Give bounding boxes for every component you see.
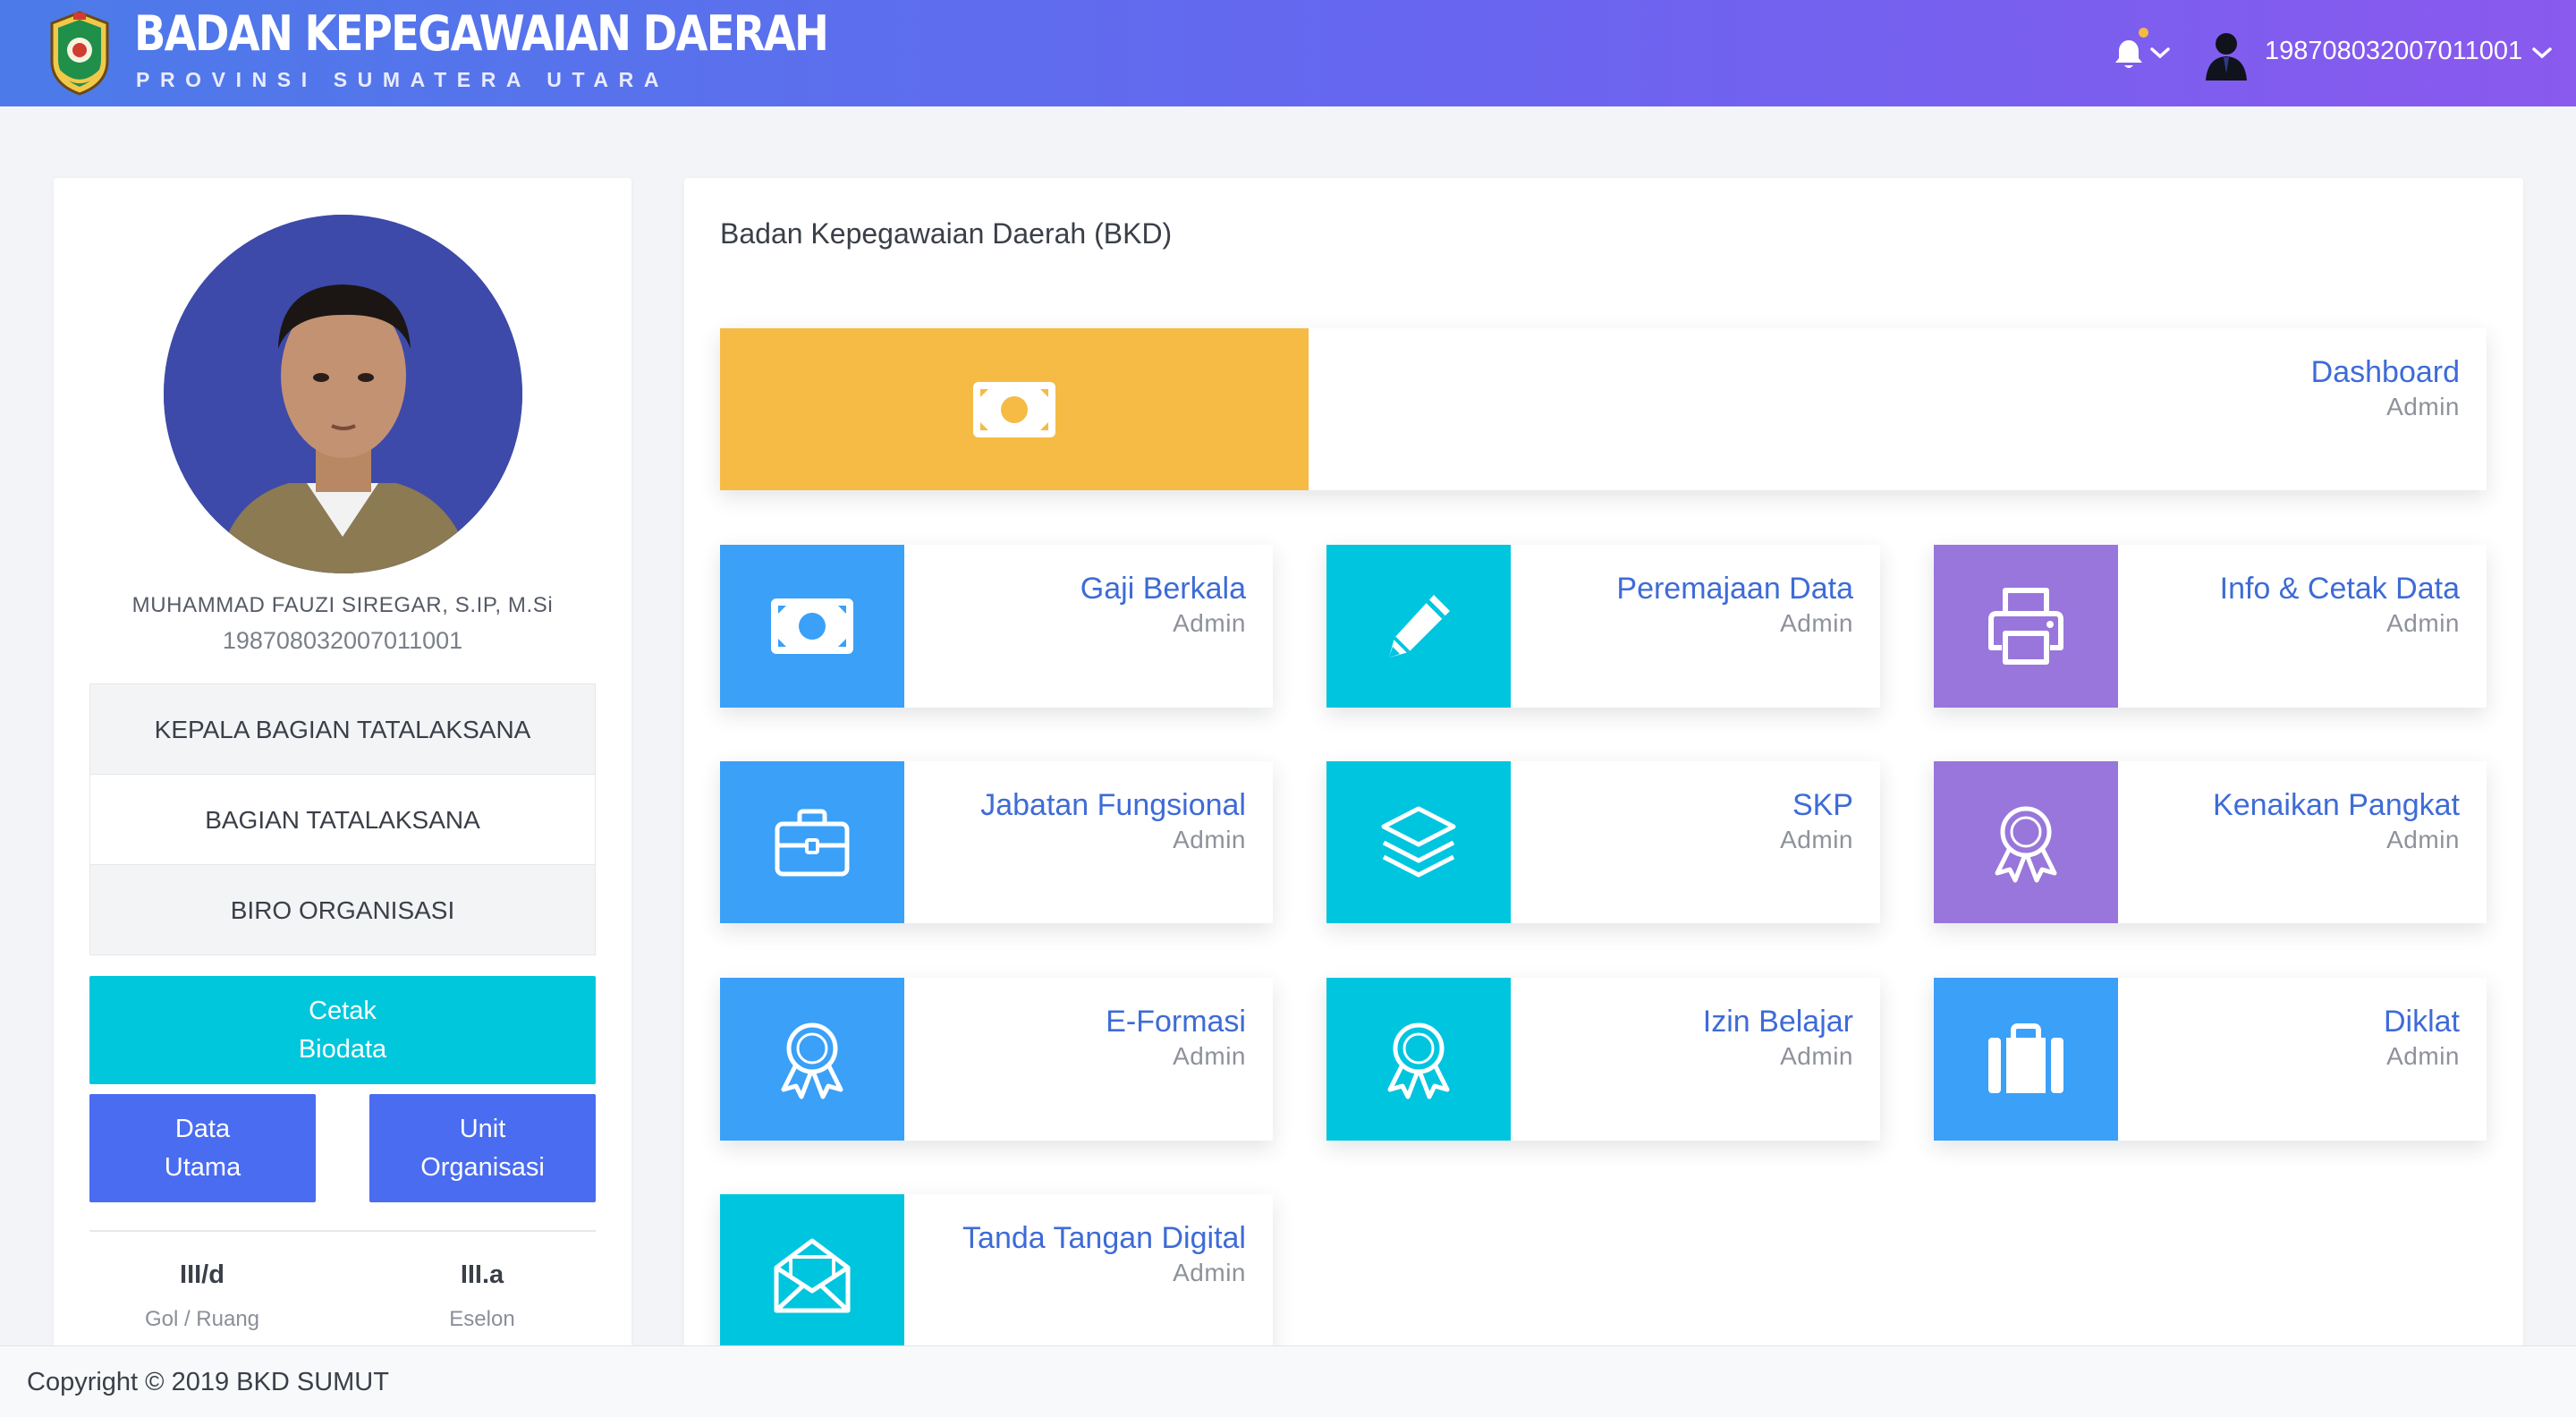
division-row: BAGIAN TATALAKSANA (89, 774, 596, 865)
tile-izin-belajar-sub: Admin (1780, 1042, 1853, 1070)
profile-photo (164, 215, 522, 573)
data-utama-label-1: Data (174, 1114, 231, 1143)
tile-icon-box (720, 978, 904, 1141)
profile-card: MUHAMMAD FAUZI SIREGAR, S.IP, M.Si 19870… (54, 178, 631, 1350)
tile-e-formasi-label: E-Formasi (1106, 1005, 1246, 1039)
tile-tanda-tangan-digital-sub: Admin (1173, 1259, 1246, 1286)
main-panel: Badan Kepegawaian Daerah (BKD) Dashboard… (684, 178, 2523, 1350)
copyright-text: Copyright © 2019 BKD SUMUT (27, 1368, 389, 1396)
envelope-open-icon (774, 1238, 851, 1313)
unit-organisasi-label-1: Unit (459, 1114, 506, 1143)
tile-gaji-berkala-label: Gaji Berkala (1080, 572, 1246, 606)
position-row: KEPALA BAGIAN TATALAKSANA (89, 683, 596, 775)
tile-izin-belajar[interactable]: Izin Belajar Admin (1326, 978, 1880, 1141)
data-utama-label-2: Utama (164, 1152, 242, 1182)
unit-organisasi-button[interactable]: Unit Organisasi (369, 1094, 596, 1202)
tile-jabatan-fungsional[interactable]: Jabatan Fungsional Admin (720, 761, 1273, 923)
tile-e-formasi[interactable]: E-Formasi Admin (720, 978, 1273, 1141)
tile-kenaikan-pangkat[interactable]: Kenaikan Pangkat Admin (1934, 761, 2487, 923)
tile-icon-box (720, 545, 904, 708)
tile-icon-box (1326, 761, 1511, 923)
pencil-icon (1389, 595, 1450, 658)
data-utama-button[interactable]: Data Utama (89, 1094, 316, 1202)
tile-gaji-berkala-sub: Admin (1173, 609, 1246, 637)
tile-gaji-berkala[interactable]: Gaji Berkala Admin (720, 545, 1273, 708)
eselon-label: Eselon (449, 1307, 515, 1331)
tile-jabatan-fungsional-label: Jabatan Fungsional (980, 788, 1246, 822)
tile-diklat[interactable]: Diklat Admin (1934, 978, 2487, 1141)
money-bill-icon (973, 381, 1055, 437)
user-id-label[interactable]: 198708032007011001 (2265, 37, 2522, 66)
tile-info-cetak-data-label: Info & Cetak Data (2219, 572, 2460, 606)
employee-name: MUHAMMAD FAUZI SIREGAR, S.IP, M.Si (131, 593, 554, 617)
tile-peremajaan-data-label: Peremajaan Data (1616, 572, 1853, 606)
tile-kenaikan-pangkat-label: Kenaikan Pangkat (2213, 788, 2460, 822)
chevron-down-icon[interactable] (2148, 43, 2172, 63)
bell-icon[interactable] (2113, 38, 2145, 72)
suitcase-icon (1988, 1023, 2063, 1093)
notification-dot (2139, 28, 2148, 38)
tile-peremajaan-data-sub: Admin (1780, 609, 1853, 637)
profile-photo-image (164, 215, 522, 573)
tile-info-cetak-data[interactable]: Info & Cetak Data Admin (1934, 545, 2487, 708)
tile-e-formasi-sub: Admin (1173, 1042, 1246, 1070)
cetak-biodata-label-2: Biodata (298, 1034, 387, 1064)
eselon-value: III.a (460, 1260, 504, 1289)
tile-icon-box (1326, 978, 1511, 1141)
tile-diklat-sub: Admin (2386, 1042, 2460, 1070)
chevron-down-icon[interactable] (2530, 43, 2554, 63)
cetak-biodata-button[interactable]: Cetak Biodata (89, 976, 596, 1084)
tile-jabatan-fungsional-sub: Admin (1173, 826, 1246, 853)
bureau-row: BIRO ORGANISASI (89, 864, 596, 955)
tile-icon-box (720, 328, 1309, 490)
tile-info-cetak-data-sub: Admin (2386, 609, 2460, 637)
tile-skp-label: SKP (1792, 788, 1853, 822)
unit-organisasi-label-2: Organisasi (420, 1152, 545, 1182)
tile-icon-box (1326, 545, 1511, 708)
golongan-label: Gol / Ruang (144, 1307, 260, 1331)
employee-nip: 198708032007011001 (222, 627, 463, 654)
briefcase-icon (775, 809, 850, 876)
printer-icon (1988, 588, 2063, 665)
golongan-value: III/d (180, 1260, 225, 1289)
page-title: Badan Kepegawaian Daerah (BKD) (720, 217, 1173, 250)
divider (89, 1230, 596, 1232)
tile-peremajaan-data[interactable]: Peremajaan Data Admin (1326, 545, 1880, 708)
tile-dashboard[interactable]: Dashboard Admin (720, 328, 2487, 490)
tile-icon-box (720, 1194, 904, 1350)
tile-diklat-label: Diklat (2383, 1005, 2460, 1039)
tile-izin-belajar-label: Izin Belajar (1702, 1005, 1853, 1039)
tile-skp-sub: Admin (1780, 826, 1853, 853)
award-icon (1387, 1022, 1450, 1099)
tile-dashboard-label: Dashboard (2310, 355, 2460, 389)
user-avatar-icon[interactable] (2202, 29, 2250, 81)
tile-tanda-tangan-digital-label: Tanda Tangan Digital (962, 1221, 1246, 1255)
tile-tanda-tangan-digital[interactable]: Tanda Tangan Digital Admin (720, 1194, 1273, 1350)
tile-icon-box (1934, 761, 2118, 923)
tile-dashboard-sub: Admin (2386, 393, 2460, 420)
tile-kenaikan-pangkat-sub: Admin (2386, 826, 2460, 853)
top-navbar: BADAN KEPEGAWAIAN DAERAH PROVINSI SUMATE… (0, 0, 2576, 106)
tile-icon-box (1934, 978, 2118, 1141)
province-emblem-logo[interactable] (43, 9, 116, 97)
award-icon (781, 1022, 843, 1099)
app-subtitle: PROVINSI SUMATERA UTARA (136, 68, 670, 91)
tile-icon-box (720, 761, 904, 923)
tile-skp[interactable]: SKP Admin (1326, 761, 1880, 923)
app-title: BADAN KEPEGAWAIAN DAERAH (134, 5, 829, 62)
award-icon (1995, 806, 2057, 882)
layers-icon (1381, 806, 1456, 877)
money-bill-icon (771, 598, 853, 654)
footer: Copyright © 2019 BKD SUMUT (0, 1345, 2576, 1417)
tile-icon-box (1934, 545, 2118, 708)
cetak-biodata-label-1: Cetak (309, 996, 377, 1025)
